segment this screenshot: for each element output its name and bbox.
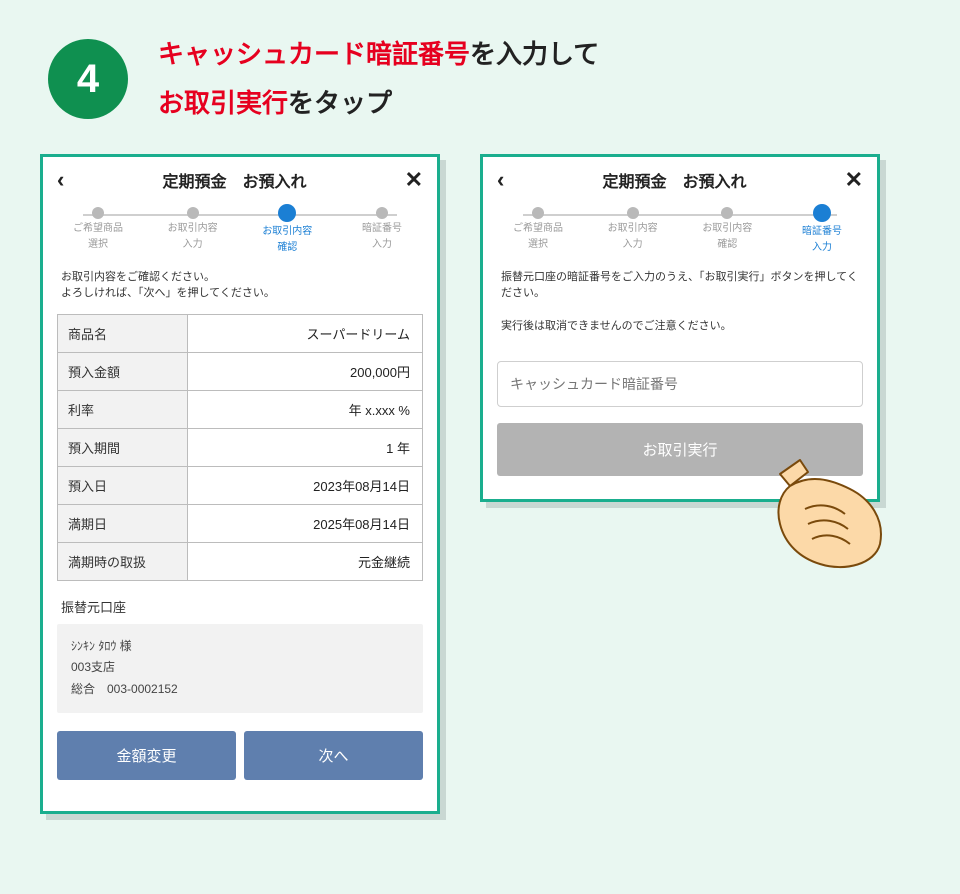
progress-steps: ご希望商品選択 お取引内容入力 お取引内容確認 暗証番号入力 xyxy=(43,199,437,265)
titlebar: ‹ 定期預金 お預入れ ✕ xyxy=(483,157,877,199)
highlight-exec: お取引実行 xyxy=(158,88,288,118)
step-node-active: 暗証番号入力 xyxy=(787,207,857,255)
execute-button[interactable]: お取引実行 xyxy=(497,423,863,476)
step-node: お取引内容入力 xyxy=(158,207,228,252)
next-button[interactable]: 次へ xyxy=(244,731,423,780)
pin-input[interactable] xyxy=(497,361,863,407)
table-row: 満期日2025年08月14日 xyxy=(58,505,422,543)
table-row: 預入金額200,000円 xyxy=(58,353,422,391)
step-node: お取引内容確認 xyxy=(692,207,762,252)
progress-steps: ご希望商品選択 お取引内容入力 お取引内容確認 暗証番号入力 xyxy=(483,199,877,265)
close-icon[interactable]: ✕ xyxy=(845,167,863,193)
step-node: ご希望商品選択 xyxy=(63,207,133,252)
account-branch: 003支店 xyxy=(71,657,409,679)
screen-pin-entry: ‹ 定期預金 お預入れ ✕ ご希望商品選択 お取引内容入力 お取引内容確認 暗証… xyxy=(480,154,880,502)
back-icon[interactable]: ‹ xyxy=(497,167,504,193)
step-node: お取引内容入力 xyxy=(598,207,668,252)
close-icon[interactable]: ✕ xyxy=(405,167,423,193)
account-name: ｼﾝｷﾝ ﾀﾛｳ 様 xyxy=(71,636,409,658)
table-row: 商品名スーパードリーム xyxy=(58,315,422,353)
instruction-text: キャッシュカード暗証番号を入力して お取引実行をタップ xyxy=(158,30,599,129)
step-number-badge: 4 xyxy=(48,39,128,119)
highlight-pin: キャッシュカード暗証番号 xyxy=(158,39,470,69)
screen-confirm: ‹ 定期預金 お預入れ ✕ ご希望商品選択 お取引内容入力 お取引内容確認 暗証… xyxy=(40,154,440,814)
step-node-active: お取引内容確認 xyxy=(252,207,322,255)
screen-title: 定期預金 お預入れ xyxy=(602,168,746,192)
table-row: 預入期間1 年 xyxy=(58,429,422,467)
text-segment: を入力して xyxy=(470,39,599,69)
titlebar: ‹ 定期預金 お預入れ ✕ xyxy=(43,157,437,199)
table-row: 利率年 x.xxx % xyxy=(58,391,422,429)
step-node: 暗証番号入力 xyxy=(347,207,417,252)
back-icon[interactable]: ‹ xyxy=(57,167,64,193)
screen-title: 定期預金 お預入れ xyxy=(162,168,306,192)
account-number: 総合 003-0002152 xyxy=(71,679,409,701)
change-amount-button[interactable]: 金額変更 xyxy=(57,731,236,780)
transfer-account-label: 振替元口座 xyxy=(43,591,437,622)
helper-text: 振替元口座の暗証番号をご入力のうえ、「お取引実行」ボタンを押してください。 実行… xyxy=(483,265,877,343)
helper-text: お取引内容をご確認ください。 よろしければ、「次へ」を押してください。 xyxy=(43,265,437,310)
text-segment: をタップ xyxy=(288,88,392,118)
instruction-header: 4 キャッシュカード暗証番号を入力して お取引実行をタップ xyxy=(40,30,920,129)
details-table: 商品名スーパードリーム 預入金額200,000円 利率年 x.xxx % 預入期… xyxy=(57,314,423,581)
account-box: ｼﾝｷﾝ ﾀﾛｳ 様 003支店 総合 003-0002152 xyxy=(57,624,423,713)
step-node: ご希望商品選択 xyxy=(503,207,573,252)
table-row: 満期時の取扱元金継続 xyxy=(58,543,422,580)
table-row: 預入日2023年08月14日 xyxy=(58,467,422,505)
